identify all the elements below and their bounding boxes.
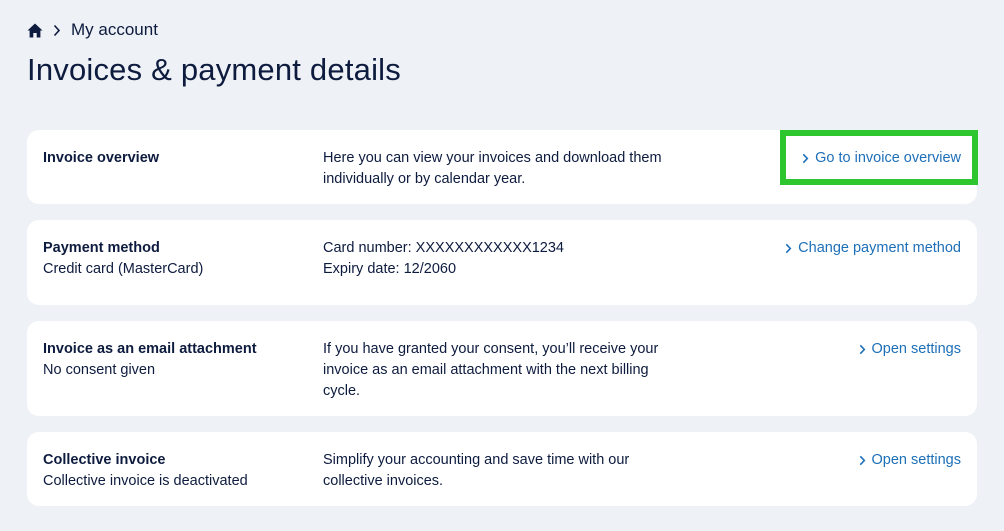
payment-method-card: Payment method Credit card (MasterCard) … <box>27 220 977 305</box>
card-subtitle: Collective invoice is deactivated <box>43 473 248 489</box>
card-subtitle: No consent given <box>43 362 156 378</box>
home-icon[interactable] <box>27 23 43 38</box>
card-description-line: individually or by calendar year. <box>323 171 526 187</box>
change-payment-method-link[interactable]: Change payment method <box>785 238 961 259</box>
card-title: Invoice as an email attachment <box>43 341 257 357</box>
open-settings-link[interactable]: Open settings <box>859 450 961 471</box>
card-description-line: invoice as an email attachment with the … <box>323 362 649 378</box>
breadcrumb-current: My account <box>71 20 158 39</box>
action-label: Change payment method <box>798 240 961 256</box>
page-title: Invoices & payment details <box>27 52 401 87</box>
chevron-right-icon <box>859 344 866 355</box>
action-label: Go to invoice overview <box>815 150 961 166</box>
card-description-line: Simplify your accounting and save time w… <box>323 452 630 468</box>
chevron-right-icon <box>859 455 866 466</box>
expiry-date: Expiry date: 12/2060 <box>323 261 457 277</box>
card-title: Payment method <box>43 240 160 256</box>
card-title: Invoice overview <box>43 150 160 166</box>
open-settings-link[interactable]: Open settings <box>859 339 961 360</box>
card-subtitle: Credit card (MasterCard) <box>43 261 204 277</box>
action-label: Open settings <box>871 341 961 357</box>
card-description-line: cycle. <box>323 383 361 399</box>
chevron-right-icon <box>802 153 809 164</box>
chevron-right-icon <box>785 243 792 254</box>
page: My account Invoices & payment details In… <box>0 0 1004 531</box>
card-description-line: Here you can view your invoices and down… <box>323 150 662 166</box>
card-number: Card number: XXXXXXXXXXXX1234 <box>323 240 564 256</box>
collective-invoice-card: Collective invoice Collective invoice is… <box>27 432 977 506</box>
card-description-line: collective invoices. <box>323 473 444 489</box>
invoice-overview-card: Invoice overview Here you can view your … <box>27 130 977 204</box>
card-title: Collective invoice <box>43 452 166 468</box>
breadcrumb: My account <box>27 20 158 40</box>
card-description-line: If you have granted your consent, you’ll… <box>323 341 659 357</box>
go-to-invoice-overview-link[interactable]: Go to invoice overview <box>802 148 961 169</box>
action-label: Open settings <box>871 452 961 468</box>
email-attachment-card: Invoice as an email attachment No consen… <box>27 321 977 416</box>
chevron-right-icon <box>53 24 61 37</box>
